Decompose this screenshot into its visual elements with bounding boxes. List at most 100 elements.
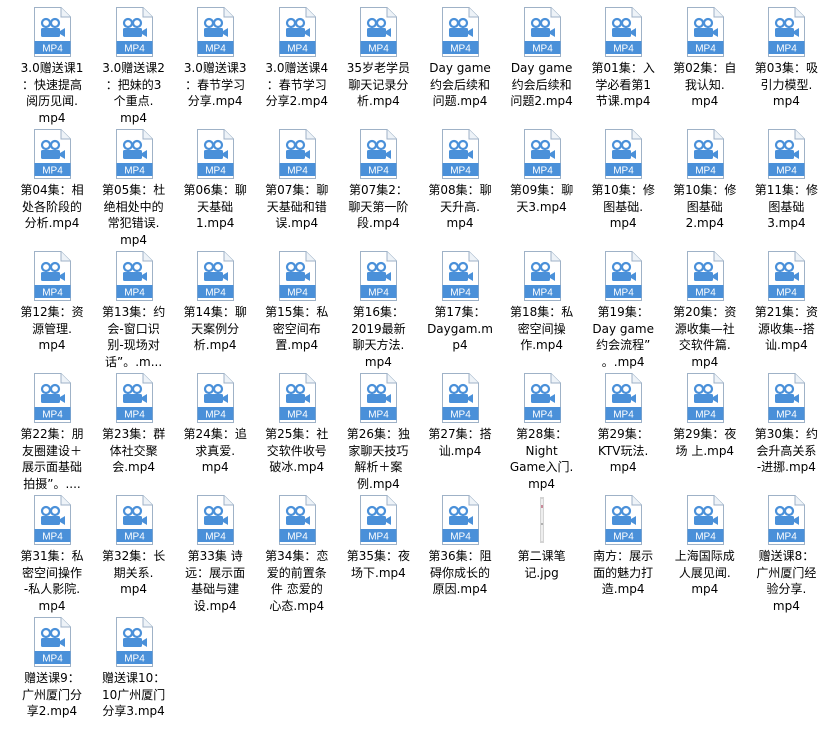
- video-file-icon: MP4: [195, 251, 235, 301]
- file-type-badge: MP4: [532, 44, 553, 55]
- file-item[interactable]: MP4 第32集：长 期关系. mp4: [93, 495, 175, 613]
- file-item[interactable]: MP4 赠送课9： 广州厦门分 享2.mp4: [11, 617, 93, 735]
- file-name: 第14集：聊 天案例分 析.mp4: [183, 305, 247, 352]
- file-name: 第33集 诗 远：展示面 基础与建 设.mp4: [185, 549, 246, 613]
- file-type-badge: MP4: [450, 166, 471, 177]
- file-item[interactable]: MP4 南方：展示 面的魅力打 造.mp4: [582, 495, 664, 613]
- file-type-badge: MP4: [124, 532, 145, 543]
- file-name: 第10集：修 图基础 2.mp4: [673, 183, 737, 230]
- file-item[interactable]: MP4 第16集： 2019最新 聊天方法. mp4: [337, 251, 419, 369]
- file-item[interactable]: MP4 第15集：私 密空间布 置.mp4: [256, 251, 338, 369]
- file-type-badge: MP4: [777, 166, 798, 177]
- file-item[interactable]: MP4 第06集：聊 天基础 1.mp4: [174, 129, 256, 247]
- file-type-badge: MP4: [369, 288, 390, 299]
- file-type-badge: MP4: [777, 410, 798, 421]
- file-item[interactable]: MP4 第26集：独 家聊天技巧 解析＋案 例.mp4: [337, 373, 419, 491]
- file-item[interactable]: MP4 3.0赠送课4 ：春节学习 分享2.mp4: [256, 7, 338, 125]
- file-item[interactable]: MP4 第04集：相 处各阶段的 分析.mp4: [11, 129, 93, 247]
- file-type-badge: MP4: [613, 288, 634, 299]
- file-item[interactable]: MP4 第20集：资 源收集—社 交软件篇. mp4: [664, 251, 746, 369]
- file-item[interactable]: MP4 3.0赠送课3 ：春节学习 分享.mp4: [174, 7, 256, 125]
- file-item[interactable]: MP4 第07集2： 聊天第一阶 段.mp4: [337, 129, 419, 247]
- file-item[interactable]: MP4 赠送课8： 广州厦门经 验分享. mp4: [745, 495, 827, 613]
- file-item[interactable]: MP4 上海国际成 人展见闻. mp4: [664, 495, 746, 613]
- file-type-badge: MP4: [369, 410, 390, 421]
- file-name: 第04集：相 处各阶段的 分析.mp4: [20, 183, 84, 230]
- file-name: 第20集：资 源收集—社 交软件篇. mp4: [673, 305, 737, 369]
- file-name: 第10集：修 图基础. mp4: [591, 183, 655, 230]
- file-type-badge: MP4: [42, 288, 63, 299]
- file-item[interactable]: MP4 第10集：修 图基础. mp4: [582, 129, 664, 247]
- file-item[interactable]: MP4 第21集：资 源收集--搭 讪.mp4: [745, 251, 827, 369]
- file-item[interactable]: MP4 第31集：私 密空间操作 -私人影院. mp4: [11, 495, 93, 613]
- file-item[interactable]: MP4 第19集： Day game 约会流程” 。.mp4: [582, 251, 664, 369]
- file-item[interactable]: MP4 第12集：资 源管理. mp4: [11, 251, 93, 369]
- file-item[interactable]: MP4 3.0赠送课2 ：把妹的3 个重点. mp4: [93, 7, 175, 125]
- file-item[interactable]: MP4 第33集 诗 远：展示面 基础与建 设.mp4: [174, 495, 256, 613]
- file-item[interactable]: MP4 第35集：夜 场下.mp4: [337, 495, 419, 613]
- video-file-icon: MP4: [685, 7, 725, 57]
- file-name: 3.0赠送课3 ：春节学习 分享.mp4: [183, 61, 247, 108]
- file-item[interactable]: MP4 第29集：夜 场 上.mp4: [664, 373, 746, 491]
- file-item[interactable]: MP4 第22集：朋 友圈建设＋ 展示面基础 拍摄”。....: [11, 373, 93, 491]
- file-item[interactable]: MP4 第10集：修 图基础 2.mp4: [664, 129, 746, 247]
- file-item[interactable]: MP4 第24集：追 求真爱. mp4: [174, 373, 256, 491]
- file-type-badge: MP4: [695, 44, 716, 55]
- file-item[interactable]: MP4 第05集：杜 绝相处中的 常犯错误. mp4: [93, 129, 175, 247]
- video-file-icon: MP4: [766, 7, 806, 57]
- file-type-badge: MP4: [287, 288, 308, 299]
- file-item[interactable]: MP4 第11集：修 图基础 3.mp4: [745, 129, 827, 247]
- file-item[interactable]: 第二课笔 记.jpg: [501, 495, 583, 613]
- file-item[interactable]: MP4 35岁老学员 聊天记录分 析.mp4: [337, 7, 419, 125]
- file-item[interactable]: MP4 第02集：自 我认知. mp4: [664, 7, 746, 125]
- file-item[interactable]: MP4 赠送课10： 10广州厦门 分享3.mp4: [93, 617, 175, 735]
- file-name: 第03集：吸 引力模型. mp4: [754, 61, 819, 108]
- file-type-badge: MP4: [124, 166, 145, 177]
- video-file-icon: MP4: [277, 495, 317, 545]
- video-file-icon: MP4: [522, 129, 562, 179]
- file-item[interactable]: MP4 第30集：约 会升高关系 -进挪.mp4: [745, 373, 827, 491]
- file-item[interactable]: MP4 第36集：阻 碍你成长的 原因.mp4: [419, 495, 501, 613]
- file-item[interactable]: MP4 第25集：社 交软件收号 破冰.mp4: [256, 373, 338, 491]
- file-item[interactable]: MP4 第23集：群 体社交聚 会.mp4: [93, 373, 175, 491]
- file-item[interactable]: MP4 第27集：搭 讪.mp4: [419, 373, 501, 491]
- file-item[interactable]: MP4 第18集：私 密空间操 作.mp4: [501, 251, 583, 369]
- file-type-badge: MP4: [124, 654, 145, 665]
- file-item[interactable]: MP4 3.0赠送课1 ：快速提高 阅历见闻. mp4: [11, 7, 93, 125]
- file-item[interactable]: MP4 第08集：聊 天升高. mp4: [419, 129, 501, 247]
- file-type-badge: MP4: [613, 44, 634, 55]
- video-file-icon: MP4: [358, 7, 398, 57]
- file-item[interactable]: MP4 第17集： Daygam.m p4: [419, 251, 501, 369]
- file-item[interactable]: MP4 Day game 约会后续和 问题.mp4: [419, 7, 501, 125]
- file-name: 35岁老学员 聊天记录分 析.mp4: [346, 61, 411, 108]
- video-file-icon: MP4: [277, 251, 317, 301]
- file-type-badge: MP4: [695, 410, 716, 421]
- file-type-badge: MP4: [532, 410, 553, 421]
- video-file-icon: MP4: [358, 129, 398, 179]
- file-item[interactable]: MP4 Day game 约会后续和 问题2.mp4: [501, 7, 583, 125]
- file-name: 第08集：聊 天升高. mp4: [428, 183, 492, 230]
- file-type-badge: MP4: [205, 532, 226, 543]
- file-item[interactable]: MP4 第34集：恋 爱的前置条 件 恋爱的 心态.mp4: [256, 495, 338, 613]
- video-file-icon: MP4: [358, 495, 398, 545]
- file-item[interactable]: MP4 第29集： KTV玩法. mp4: [582, 373, 664, 491]
- file-item[interactable]: MP4 第07集：聊 天基础和错 误.mp4: [256, 129, 338, 247]
- file-name: 第07集：聊 天基础和错 误.mp4: [265, 183, 329, 230]
- video-file-icon: MP4: [603, 7, 643, 57]
- file-name: 第19集： Day game 约会流程” 。.mp4: [592, 305, 654, 369]
- file-name: 第09集：聊 天3.mp4: [509, 183, 574, 214]
- video-file-icon: MP4: [358, 373, 398, 423]
- file-item[interactable]: MP4 第01集：入 学必看第1 节课.mp4: [582, 7, 664, 125]
- file-item[interactable]: MP4 第03集：吸 引力模型. mp4: [745, 7, 827, 125]
- video-file-icon: MP4: [32, 373, 72, 423]
- file-item[interactable]: MP4 第13集：约 会-窗口识 别-现场对 话”。.m...: [93, 251, 175, 369]
- video-file-icon: MP4: [603, 251, 643, 301]
- file-name: 第29集： KTV玩法. mp4: [597, 427, 649, 474]
- file-type-badge: MP4: [450, 44, 471, 55]
- video-file-icon: MP4: [277, 7, 317, 57]
- file-type-badge: MP4: [287, 532, 308, 543]
- file-item[interactable]: MP4 第14集：聊 天案例分 析.mp4: [174, 251, 256, 369]
- file-item[interactable]: MP4 第28集： Night Game入门. mp4: [501, 373, 583, 491]
- file-item[interactable]: MP4 第09集：聊 天3.mp4: [501, 129, 583, 247]
- video-file-icon: MP4: [195, 373, 235, 423]
